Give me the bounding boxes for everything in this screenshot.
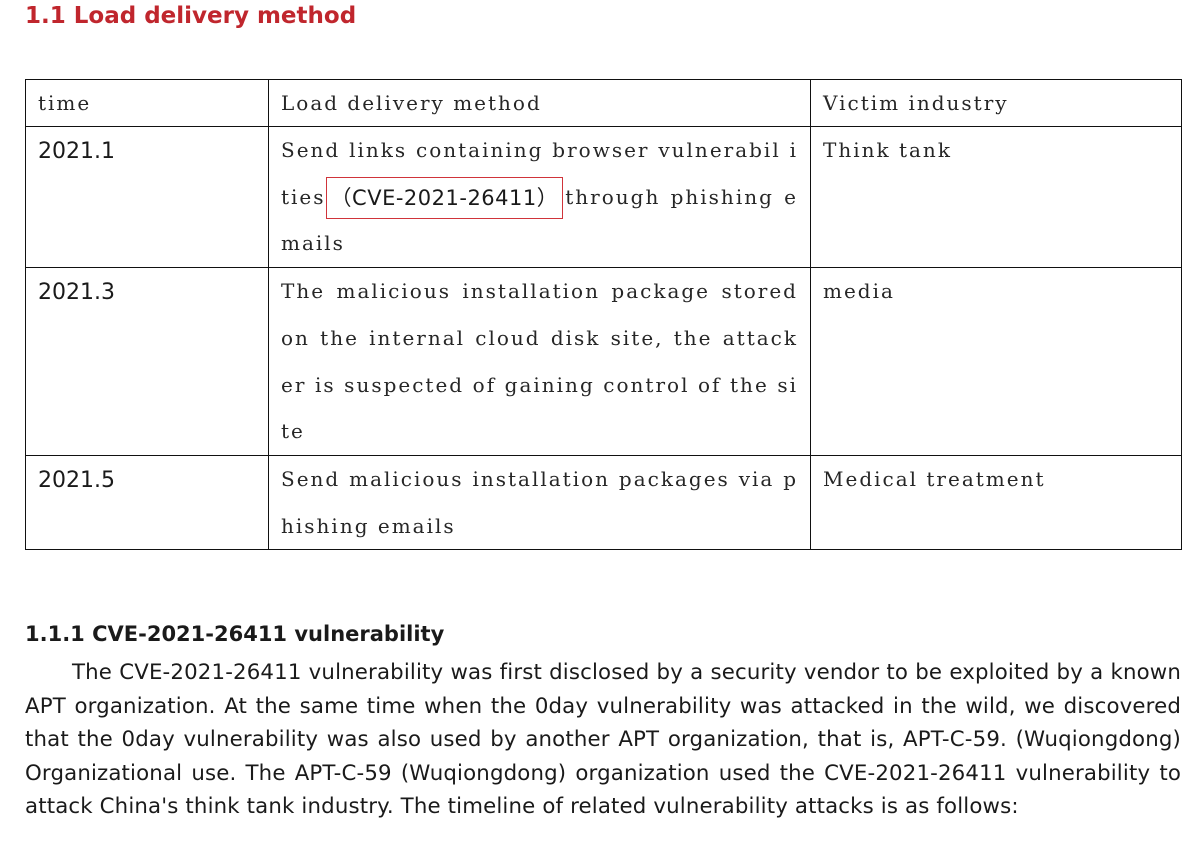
method-text: Send malicious installation packages via… xyxy=(281,466,798,538)
subsection-title: 1.1.1 CVE-2021-26411 vulnerability xyxy=(25,622,445,646)
method-text: The malicious installation package store… xyxy=(281,279,798,444)
row-time: 2021.3 xyxy=(25,267,269,456)
header-time: time xyxy=(25,79,269,127)
delivery-method-table: time Load delivery method Victim industr… xyxy=(25,79,1182,551)
table-row: 2021.5 Send malicious installation packa… xyxy=(25,454,1182,551)
method-text-wrapper: Send links containing browser vulnerabil… xyxy=(281,127,798,267)
row-victim: Medical treatment xyxy=(810,454,1182,551)
header-victim-industry: Victim industry xyxy=(810,79,1182,127)
table-row: 2021.3 The malicious installation packag… xyxy=(25,267,1182,456)
row-method: Send malicious installation packages via… xyxy=(268,454,811,551)
table-row: 2021.1 Send links containing browser vul… xyxy=(25,125,1182,269)
row-method: Send links containing browser vulnerabil… xyxy=(268,125,811,269)
header-load-delivery-method: Load delivery method xyxy=(268,79,811,127)
row-method: The malicious installation package store… xyxy=(268,267,811,456)
row-victim: Think tank xyxy=(810,125,1182,269)
section-title: 1.1 Load delivery method xyxy=(25,3,357,29)
row-victim: media xyxy=(810,267,1182,456)
table-header-row: time Load delivery method Victim industr… xyxy=(25,79,1182,127)
cve-highlight-box: （CVE-2021-26411） xyxy=(325,177,564,220)
body-paragraph: The CVE-2021-26411 vulnerability was fir… xyxy=(25,660,1181,819)
row-time: 2021.5 xyxy=(25,454,269,551)
row-time: 2021.1 xyxy=(25,125,269,269)
